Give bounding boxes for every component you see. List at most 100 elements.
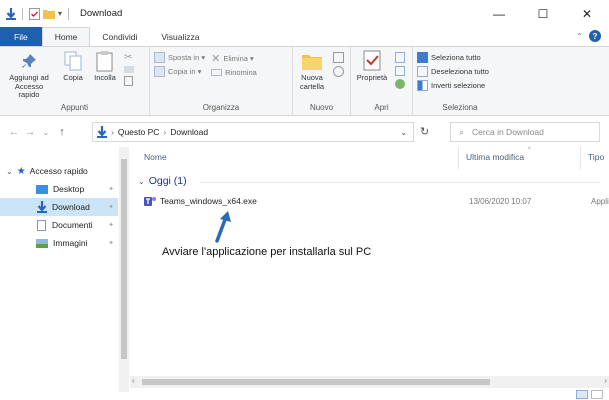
select-all-button[interactable]: Seleziona tutto [417,52,489,63]
nav-item-desktop[interactable]: Desktop ✦ [0,180,118,198]
column-header-modified[interactable]: Ultima modifica [466,152,524,162]
rename-button[interactable]: Rinomina [211,68,257,77]
nav-scrollbar[interactable] [119,147,129,392]
nav-item-download[interactable]: Download ✦ [0,198,118,216]
view-toggle [576,390,603,399]
pinned-icon: ✦ [108,186,114,193]
window-title: Download [80,8,123,19]
tab-home[interactable]: Home [41,27,91,46]
quick-access-toolbar: ▾ [6,7,72,20]
ribbon-help-area: ⌃ ? [576,30,601,42]
group-label-clipboard: Appunti [60,103,89,112]
nav-item-pictures[interactable]: Immagini ✦ [0,234,118,252]
open-icon[interactable] [395,52,405,63]
large-icons-view-icon[interactable] [591,390,603,399]
nav-item-label: Immagini [53,238,88,248]
cut-icon[interactable]: ✂ [124,52,134,63]
pinned-icon: ✦ [108,204,114,211]
forward-arrow-icon[interactable]: → [22,126,38,138]
group-label-open: Apri [374,103,389,112]
ribbon-tabs: File Home Condividi Visualizza ⌃ ? [0,27,609,46]
select-none-button[interactable]: Deseleziona tutto [417,66,489,77]
download-location-icon [97,126,107,138]
file-row[interactable]: Teams_windows_x64.exe 13/06/2020 10:07 A… [144,193,609,209]
expand-ribbon-icon[interactable]: ⌃ [576,32,583,41]
easy-access-icon[interactable] [333,66,344,77]
address-bar[interactable]: › Questo PC › Download ⌄ [92,122,414,142]
nav-scrollbar-thumb[interactable] [121,159,127,359]
up-arrow-icon[interactable]: ↑ [54,126,70,138]
minimize-button[interactable]: — [477,0,521,27]
file-type: Appli [591,196,609,206]
close-button[interactable]: ✕ [565,0,609,27]
pinned-icon: ✦ [108,240,114,247]
address-dropdown-icon[interactable]: ⌄ [400,128,407,137]
toolbar-separator [22,7,23,20]
nav-item-label: Documenti [52,220,93,230]
search-box[interactable]: ⌕ Cerca in Download [450,122,600,142]
column-divider[interactable] [580,147,581,169]
expand-chevron-icon[interactable]: ⌄ [6,167,13,176]
paste-icon [93,50,117,72]
recent-locations-icon[interactable]: ⌄ [38,128,54,137]
refresh-icon[interactable]: ↻ [420,125,429,138]
document-icon [37,219,46,231]
group-label-new: Nuovo [309,103,334,112]
file-modified: 13/06/2020 10:07 [469,196,532,206]
tab-view[interactable]: Visualizza [149,27,211,46]
history-icon[interactable] [395,79,405,89]
column-header-name[interactable]: Nome [144,152,167,162]
tab-file[interactable]: File [0,27,42,46]
title-bar: ▾ Download — ☐ ✕ [0,0,609,27]
delete-button[interactable]: ✕ Elimina ▾ [211,52,257,65]
pictures-icon [36,238,48,248]
paste-shortcut-icon[interactable] [124,76,133,86]
nav-item-documents[interactable]: Documenti ✦ [0,216,118,234]
annotation-arrow-icon [215,211,231,243]
invert-selection-button[interactable]: Inverti selezione [417,80,489,91]
breadcrumb-this-pc[interactable]: Questo PC [118,127,160,137]
back-arrow-icon[interactable]: ← [6,126,22,138]
copy-to-icon [154,66,165,77]
download-icon [37,201,47,213]
scroll-left-icon[interactable]: ‹ [132,376,135,385]
nav-item-label: Desktop [53,184,85,194]
star-icon: ★ [16,165,26,177]
nav-item-label: Download [52,202,90,212]
navigation-pane: ⌄ ★ Accesso rapido Desktop ✦ Download ✦ … [0,147,130,400]
pin-icon [17,50,41,72]
select-none-icon [417,66,428,77]
download-arrow-icon [6,7,16,20]
details-view-icon[interactable] [576,390,588,399]
ribbon: Aggiungi ad Accesso rapido Copia Incolla… [0,46,609,116]
group-header-today[interactable]: ⌄ Oggi (1) [138,175,187,187]
pinned-icon: ✦ [108,222,114,229]
properties-check-icon[interactable] [29,7,40,20]
collapse-group-icon[interactable]: ⌄ [138,177,145,186]
maximize-button[interactable]: ☐ [521,0,565,27]
breadcrumb-download[interactable]: Download [170,127,208,137]
breadcrumb-chevron-icon[interactable]: › [111,127,114,137]
new-item-icon[interactable] [333,52,344,63]
customize-toolbar-icon[interactable]: ▾ [58,9,62,18]
group-header-label: Oggi (1) [148,175,187,187]
edit-icon[interactable] [395,66,405,76]
help-icon[interactable]: ? [589,30,601,42]
toolbar-separator [68,7,70,20]
nav-item-label: Accesso rapido [29,166,88,176]
nav-item-quick-access[interactable]: ⌄ ★ Accesso rapido [0,162,118,180]
breadcrumb-chevron-icon[interactable]: › [163,127,166,137]
new-folder-icon[interactable] [43,8,55,19]
tab-share[interactable]: Condividi [90,27,149,46]
horizontal-scrollbar[interactable]: ‹ › [130,376,609,388]
delete-icon: ✕ [211,53,221,65]
copy-path-icon[interactable] [124,66,134,73]
horizontal-scrollbar-thumb[interactable] [142,379,490,385]
copy-to-button[interactable]: Copia in ▾ [154,66,205,77]
folder-icon [300,50,324,72]
group-label-organize: Organizza [202,103,240,112]
move-to-button[interactable]: Sposta in ▾ [154,52,205,63]
column-header-type[interactable]: Tipo [588,152,604,162]
column-divider[interactable] [458,147,459,169]
scroll-right-icon[interactable]: › [604,376,607,385]
